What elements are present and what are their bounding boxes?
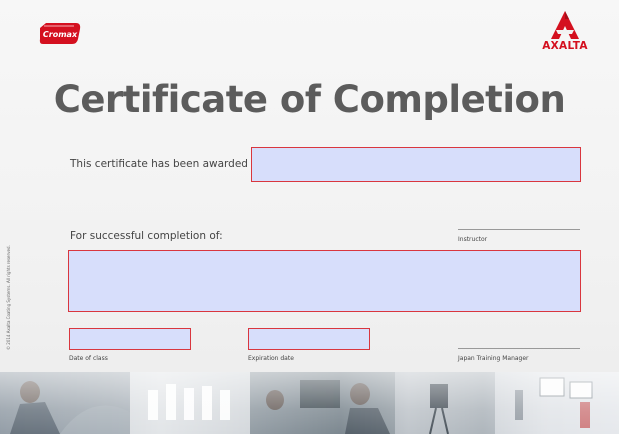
axalta-logo: AXALTA <box>535 10 595 54</box>
page-title: Certificate of Completion <box>53 78 566 121</box>
cromax-logo-text: Cromax <box>43 30 78 39</box>
completion-of-label: For successful completion of: <box>70 230 223 242</box>
copyright-notice: © 2014 Axalta Coating Systems. All right… <box>6 245 11 350</box>
expiration-date-field[interactable] <box>248 328 370 350</box>
awarded-to-label: This certificate has been awarded to: <box>70 158 266 170</box>
date-of-class-label: Date of class <box>69 355 108 362</box>
date-of-class-field[interactable] <box>69 328 191 350</box>
training-manager-label: Japan Training Manager <box>458 355 529 362</box>
training-photo-strip <box>0 372 619 434</box>
course-name-field[interactable] <box>68 250 581 312</box>
axalta-mark-icon <box>551 11 579 39</box>
instructor-signature-line <box>458 229 580 230</box>
recipient-name-field[interactable] <box>251 147 581 182</box>
cromax-logo: Cromax <box>39 23 81 44</box>
photo-strip-veil <box>0 372 619 434</box>
axalta-logo-text: AXALTA <box>542 40 588 52</box>
expiration-date-label: Expiration date <box>248 355 294 362</box>
certificate-page: Cromax AXALTA Certificate of Completion … <box>0 0 619 434</box>
manager-signature-line <box>458 348 580 349</box>
instructor-label: Instructor <box>458 236 488 243</box>
